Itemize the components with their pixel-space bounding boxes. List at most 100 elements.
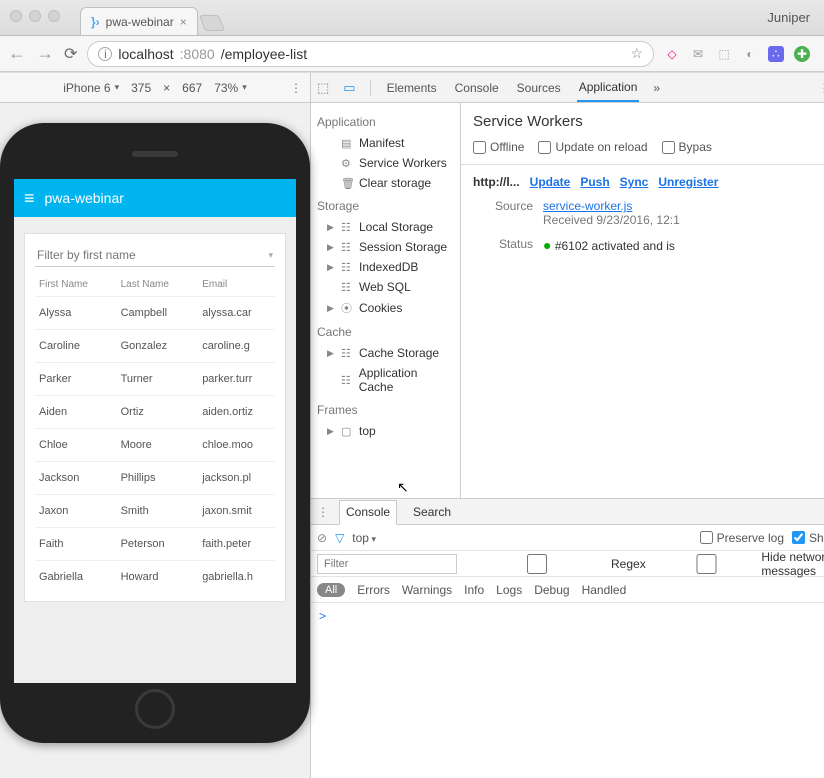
tabs-overflow[interactable]: » (653, 81, 660, 95)
cell-first: Caroline (35, 330, 117, 363)
col-email[interactable]: Email (198, 273, 275, 297)
ext-icon[interactable]: ✉ (690, 46, 706, 62)
tab-application[interactable]: Application (577, 73, 640, 102)
level-all[interactable]: All (317, 583, 345, 597)
ext-icon[interactable]: ∴ (768, 46, 784, 62)
filter-icon[interactable]: ▽ (335, 531, 344, 545)
new-tab-button[interactable] (199, 15, 225, 31)
app-bar: pwa-webinar (14, 179, 296, 217)
col-last[interactable]: Last Name (117, 273, 199, 297)
ext-icon[interactable]: ◇ (664, 46, 680, 62)
ext-icon[interactable]: ✚ (794, 46, 810, 62)
back-button[interactable]: ← (8, 43, 26, 64)
drawer-tab-console[interactable]: Console (339, 500, 397, 525)
level-debug[interactable]: Debug (534, 583, 569, 597)
sw-source-label: Source (473, 199, 543, 213)
tree-head-storage: Storage (317, 199, 456, 213)
sw-sync-link[interactable]: Sync (620, 175, 649, 189)
sw-push-link[interactable]: Push (580, 175, 609, 189)
site-info-icon[interactable]: i (98, 47, 112, 61)
level-logs[interactable]: Logs (496, 583, 522, 597)
cell-email: chloe.moo (198, 429, 275, 462)
url-port: :8080 (180, 46, 215, 62)
drawer-menu[interactable] (317, 505, 329, 519)
viewport-width[interactable]: 375 (131, 81, 151, 95)
table-row[interactable]: CarolineGonzalezcaroline.g (35, 330, 275, 363)
level-handled[interactable]: Handled (582, 583, 627, 597)
tree-top-frame[interactable]: ▶▢top (315, 421, 456, 441)
profile-name[interactable]: Juniper (767, 10, 810, 25)
level-info[interactable]: Info (464, 583, 484, 597)
table-row[interactable]: FaithPetersonfaith.peter (35, 528, 275, 561)
tab-elements[interactable]: Elements (385, 73, 439, 102)
table-row[interactable]: ChloeMoorechloe.moo (35, 429, 275, 462)
level-warnings[interactable]: Warnings (402, 583, 452, 597)
devtools-menu[interactable] (818, 81, 824, 95)
level-errors[interactable]: Errors (357, 583, 390, 597)
ext-icon[interactable]: ◐ (742, 46, 758, 62)
phone-speaker (132, 151, 178, 157)
address-bar[interactable]: i localhost:8080/employee-list ☆ (87, 41, 654, 67)
tree-clear-storage[interactable]: 🗑Clear storage (315, 173, 456, 193)
preserve-log-checkbox[interactable]: Preserve log (700, 531, 784, 545)
tab-sources[interactable]: Sources (515, 73, 563, 102)
col-first[interactable]: First Name (35, 273, 117, 297)
sw-received: Received 9/23/2016, 12:1 (543, 213, 680, 227)
device-select[interactable]: iPhone 6 (63, 81, 119, 95)
inspect-icon[interactable]: ⬚ (317, 80, 329, 96)
context-select[interactable]: top (352, 531, 376, 545)
cell-email: parker.turr (198, 363, 275, 396)
table-row[interactable]: JacksonPhillipsjackson.pl (35, 462, 275, 495)
sw-bypass-checkbox[interactable]: Bypas (662, 140, 712, 154)
console-filter-input[interactable] (317, 554, 457, 574)
tab-console[interactable]: Console (453, 73, 501, 102)
tree-session-storage[interactable]: ▶☷Session Storage (315, 237, 456, 257)
viewport-height[interactable]: 667 (182, 81, 202, 95)
cell-first: Faith (35, 528, 117, 561)
browser-tab[interactable]: }› pwa-webinar × (80, 7, 198, 35)
hide-network-checkbox[interactable]: Hide network messages (656, 550, 824, 578)
regex-checkbox[interactable]: Regex (467, 554, 646, 574)
table-row[interactable]: AidenOrtizaiden.ortiz (35, 396, 275, 429)
service-workers-panel: Service Workers Offline Update on reload… (461, 103, 824, 498)
clear-console-icon[interactable]: ⊘ (317, 531, 327, 545)
cell-last: Moore (117, 429, 199, 462)
table-row[interactable]: ParkerTurnerparker.turr (35, 363, 275, 396)
tree-web-sql[interactable]: ☷Web SQL (315, 277, 456, 297)
ext-icon[interactable]: ⬚ (716, 46, 732, 62)
sw-source-file[interactable]: service-worker.js (543, 199, 632, 213)
sw-offline-checkbox[interactable]: Offline (473, 140, 524, 154)
tree-service-workers[interactable]: ⚙Service Workers (315, 153, 456, 173)
tree-cache-storage[interactable]: ▶☷Cache Storage (315, 343, 456, 363)
table-row[interactable]: JaxonSmithjaxon.smit (35, 495, 275, 528)
tree-manifest[interactable]: ▤Manifest (315, 133, 456, 153)
bookmark-icon[interactable]: ☆ (630, 45, 643, 62)
close-icon[interactable]: × (180, 15, 187, 29)
device-mode-icon[interactable]: ▭ (343, 80, 355, 96)
devtools-tabs: ⬚ ▭ Elements Console Sources Application… (311, 73, 824, 103)
show-all-checkbox[interactable]: Show all (792, 531, 824, 545)
tree-local-storage[interactable]: ▶☷Local Storage (315, 217, 456, 237)
sw-update-link[interactable]: Update (530, 175, 571, 189)
home-button[interactable] (135, 689, 175, 729)
hamburger-icon[interactable] (24, 188, 35, 209)
tree-app-cache[interactable]: ☷Application Cache (315, 363, 456, 397)
tree-indexeddb[interactable]: ▶☷IndexedDB (315, 257, 456, 277)
sw-update-reload-checkbox[interactable]: Update on reload (538, 140, 647, 154)
device-menu[interactable] (290, 81, 302, 95)
console-prompt: > (319, 609, 326, 623)
tree-cookies[interactable]: ▶⦿Cookies (315, 297, 456, 319)
zoom-select[interactable]: 73% (214, 81, 247, 95)
table-row[interactable]: AlyssaCampbellalyssa.car (35, 297, 275, 330)
console-output[interactable]: > (311, 603, 824, 778)
cell-first: Parker (35, 363, 117, 396)
sw-unregister-link[interactable]: Unregister (658, 175, 718, 189)
reload-button[interactable]: ⟳ (64, 44, 77, 64)
table-row[interactable]: GabriellaHowardgabriella.h (35, 561, 275, 594)
drawer-tab-search[interactable]: Search (407, 499, 457, 524)
browser-toolbar: ← → ⟳ i localhost:8080/employee-list ☆ ◇… (0, 36, 824, 72)
employee-table: First Name Last Name Email AlyssaCampbel… (35, 273, 275, 593)
dim-sep: × (163, 81, 170, 95)
filter-dropdown[interactable]: Filter by first name (35, 242, 275, 267)
window-controls[interactable] (10, 10, 60, 22)
